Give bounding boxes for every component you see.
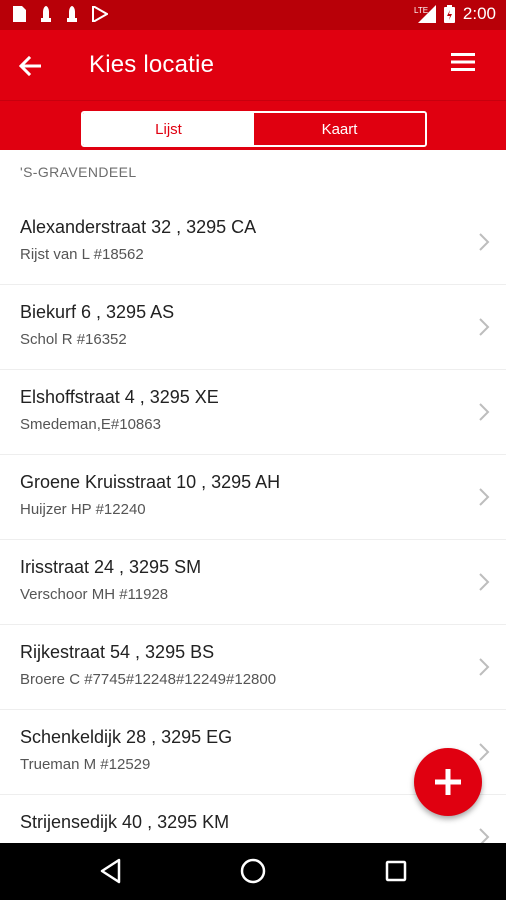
location-detail: Verschoor MH #11928 (20, 586, 169, 603)
list-item[interactable]: Groene Kruisstraat 10 , 3295 AH Huijzer … (0, 455, 506, 540)
list-item[interactable]: Rijkestraat 54 , 3295 BS Broere C #7745#… (0, 625, 506, 710)
location-address: Groene Kruisstraat 10 , 3295 AH (20, 472, 281, 492)
chevron-right-icon (479, 658, 490, 676)
list-item[interactable]: Elshoffstraat 4 , 3295 XE Smedeman,E#108… (0, 370, 506, 455)
add-location-button[interactable] (414, 748, 482, 816)
location-address: Alexanderstraat 32 , 3295 CA (20, 217, 257, 237)
hand-icon (41, 6, 51, 22)
location-address: Rijkestraat 54 , 3295 BS (20, 642, 215, 662)
square-recents-icon (385, 860, 407, 882)
network-label: LTE (414, 6, 428, 15)
section-header: 'S-GRAVENDEEL (20, 164, 137, 180)
location-detail: Trueman M #12529 (20, 756, 151, 773)
location-detail: Schol R #16352 (20, 331, 127, 348)
back-button[interactable] (14, 50, 46, 82)
location-address: Elshoffstraat 4 , 3295 XE (20, 387, 219, 407)
status-bar: LTE 2:00 (0, 0, 506, 30)
battery-icon (443, 5, 455, 23)
location-detail: Broere C #7745#12248#12249#12800 (20, 671, 277, 688)
play-store-icon (92, 6, 108, 22)
plus-icon (435, 769, 461, 795)
page-title: Kies locatie (89, 51, 215, 78)
tab-strip: Lijst Kaart (0, 100, 506, 150)
tab-kaart[interactable]: Kaart (254, 113, 425, 145)
list-item[interactable]: Irisstraat 24 , 3295 SM Verschoor MH #11… (0, 540, 506, 625)
menu-button[interactable] (450, 52, 480, 80)
location-detail: Rijst van L #18562 (20, 246, 144, 263)
location-detail: Huijzer HP #12240 (20, 501, 146, 518)
location-address: Irisstraat 24 , 3295 SM (20, 557, 202, 577)
nav-recents-button[interactable] (380, 855, 412, 887)
system-indicators: LTE 2:00 (414, 4, 496, 24)
clock: 2:00 (462, 4, 496, 23)
chevron-right-icon (479, 403, 490, 421)
chevron-right-icon (479, 318, 490, 336)
app-bar: Kies locatie (0, 30, 506, 100)
location-detail: Smedeman,E#10863 (20, 416, 161, 433)
location-address: Strijensedijk 40 , 3295 KM (20, 812, 230, 832)
lte-signal-icon: LTE (414, 5, 436, 23)
location-address: Biekurf 6 , 3295 AS (20, 302, 175, 322)
hamburger-menu-icon (451, 53, 475, 71)
notification-icons (12, 6, 108, 22)
document-icon (13, 6, 26, 22)
arrow-back-icon (19, 56, 41, 76)
tab-lijst[interactable]: Lijst (83, 113, 254, 145)
chevron-right-icon (479, 488, 490, 506)
list-item[interactable]: Alexanderstraat 32 , 3295 CA Rijst van L… (0, 200, 506, 285)
circle-home-icon (240, 858, 266, 884)
hand-icon (67, 6, 77, 22)
nav-home-button[interactable] (237, 855, 269, 887)
chevron-right-icon (479, 233, 490, 251)
list-item[interactable]: Biekurf 6 , 3295 AS Schol R #16352 (0, 285, 506, 370)
navigation-bar (0, 843, 506, 900)
triangle-back-icon (100, 858, 121, 884)
segmented-control: Lijst Kaart (81, 111, 427, 147)
location-address: Schenkeldijk 28 , 3295 EG (20, 727, 233, 747)
nav-back-button[interactable] (95, 855, 127, 887)
chevron-right-icon (479, 573, 490, 591)
